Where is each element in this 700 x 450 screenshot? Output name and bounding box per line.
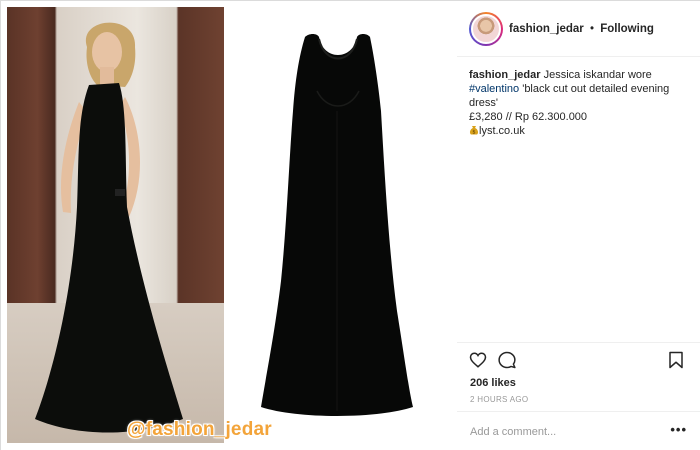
bookmark-icon[interactable]: [667, 351, 685, 369]
instagram-post: @fashion_jedar fashion_jedar • Following…: [0, 0, 700, 450]
watermark-text: @fashion_jedar: [127, 419, 272, 440]
source-link[interactable]: lyst.co.uk: [479, 125, 525, 137]
more-options-button[interactable]: •••: [670, 423, 687, 436]
comment-icon[interactable]: [498, 351, 516, 369]
header-text: fashion_jedar • Following: [509, 23, 654, 35]
price-line: £3,280 // Rp 62.300.000: [469, 111, 588, 123]
comment-input[interactable]: [470, 423, 660, 441]
model-photo: [7, 7, 224, 443]
username-link[interactable]: fashion_jedar: [509, 23, 584, 35]
post-media[interactable]: @fashion_jedar: [1, 1, 457, 450]
dress-product-image: [261, 34, 413, 416]
money-bag-icon: $: [469, 126, 479, 136]
model-figure: [35, 22, 183, 433]
source-line-row: $ lyst.co.uk: [469, 124, 691, 138]
hashtag-link[interactable]: #valentino: [469, 83, 519, 95]
heart-icon[interactable]: [469, 351, 487, 369]
avatar[interactable]: [471, 13, 501, 44]
following-button[interactable]: Following: [600, 23, 654, 35]
caption-username[interactable]: fashion_jedar: [469, 69, 541, 81]
post-timestamp: 2 HOURS AGO: [470, 395, 529, 404]
svg-text:$: $: [472, 130, 475, 136]
post-header: fashion_jedar • Following: [457, 1, 700, 57]
header-separator: •: [589, 22, 595, 35]
avatar-ring[interactable]: [469, 11, 503, 46]
caption-text-1: Jessica iskandar wore: [540, 69, 652, 81]
post-sidebar: fashion_jedar • Following fashion_jedar …: [457, 1, 700, 450]
actions-area: [457, 342, 700, 369]
post-caption: fashion_jedar Jessica iskandar wore #val…: [469, 68, 691, 138]
likes-count[interactable]: 206 likes: [470, 377, 516, 389]
comment-bar: •••: [457, 411, 700, 450]
action-icons: [469, 351, 689, 371]
